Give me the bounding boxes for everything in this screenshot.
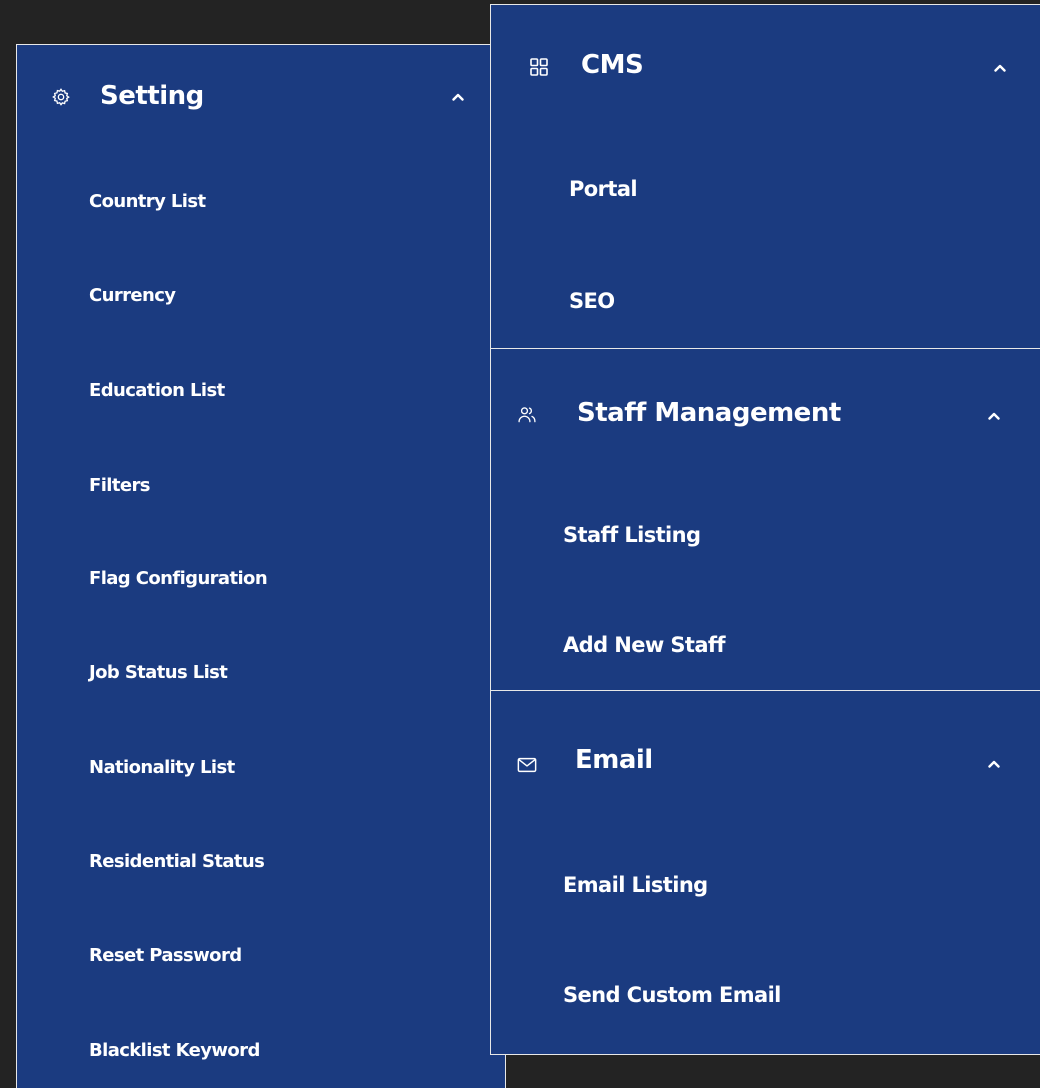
mail-icon <box>517 755 537 775</box>
chevron-up-icon[interactable] <box>449 88 467 106</box>
email-menu-title: Email <box>575 745 653 775</box>
setting-menu-title: Setting <box>100 81 204 111</box>
chevron-up-icon[interactable] <box>985 755 1003 773</box>
setting-item-filters[interactable]: Filters <box>89 475 150 496</box>
setting-item-flag-configuration[interactable]: Flag Configuration <box>89 568 268 589</box>
staff-management-menu-header[interactable]: Staff Management <box>491 349 1040 479</box>
setting-menu-header[interactable]: Setting <box>17 45 505 149</box>
chevron-up-icon[interactable] <box>991 59 1009 77</box>
setting-item-education-list[interactable]: Education List <box>89 380 225 401</box>
setting-menu-panel: Setting Country List Currency Education … <box>16 44 506 1088</box>
cms-menu-header[interactable]: CMS <box>491 5 1040 125</box>
setting-item-job-status-list[interactable]: Job Status List <box>89 662 228 683</box>
staff-item-add-new-staff[interactable]: Add New Staff <box>563 633 726 657</box>
setting-item-nationality-list[interactable]: Nationality List <box>89 757 235 778</box>
gear-icon <box>51 87 71 107</box>
staff-management-menu-title: Staff Management <box>577 398 841 428</box>
email-menu-section: Email Email Listing Send Custom Email <box>490 690 1040 1055</box>
cms-item-portal[interactable]: Portal <box>569 177 638 201</box>
email-item-send-custom-email[interactable]: Send Custom Email <box>563 983 781 1007</box>
setting-item-residential-status[interactable]: Residential Status <box>89 851 265 872</box>
users-icon <box>517 405 537 425</box>
email-item-email-listing[interactable]: Email Listing <box>563 873 708 897</box>
cms-menu-section: CMS Portal SEO <box>490 4 1040 348</box>
chevron-up-icon[interactable] <box>985 407 1003 425</box>
grid-icon <box>529 57 549 77</box>
setting-item-currency[interactable]: Currency <box>89 285 176 306</box>
setting-item-blacklist-keyword[interactable]: Blacklist Keyword <box>89 1040 260 1061</box>
cms-item-seo[interactable]: SEO <box>569 289 615 313</box>
email-menu-header[interactable]: Email <box>491 691 1040 821</box>
setting-item-country-list[interactable]: Country List <box>89 191 206 212</box>
staff-item-staff-listing[interactable]: Staff Listing <box>563 523 701 547</box>
setting-item-reset-password[interactable]: Reset Password <box>89 945 242 966</box>
staff-management-menu-section: Staff Management Staff Listing Add New S… <box>490 348 1040 690</box>
cms-menu-title: CMS <box>581 50 644 80</box>
